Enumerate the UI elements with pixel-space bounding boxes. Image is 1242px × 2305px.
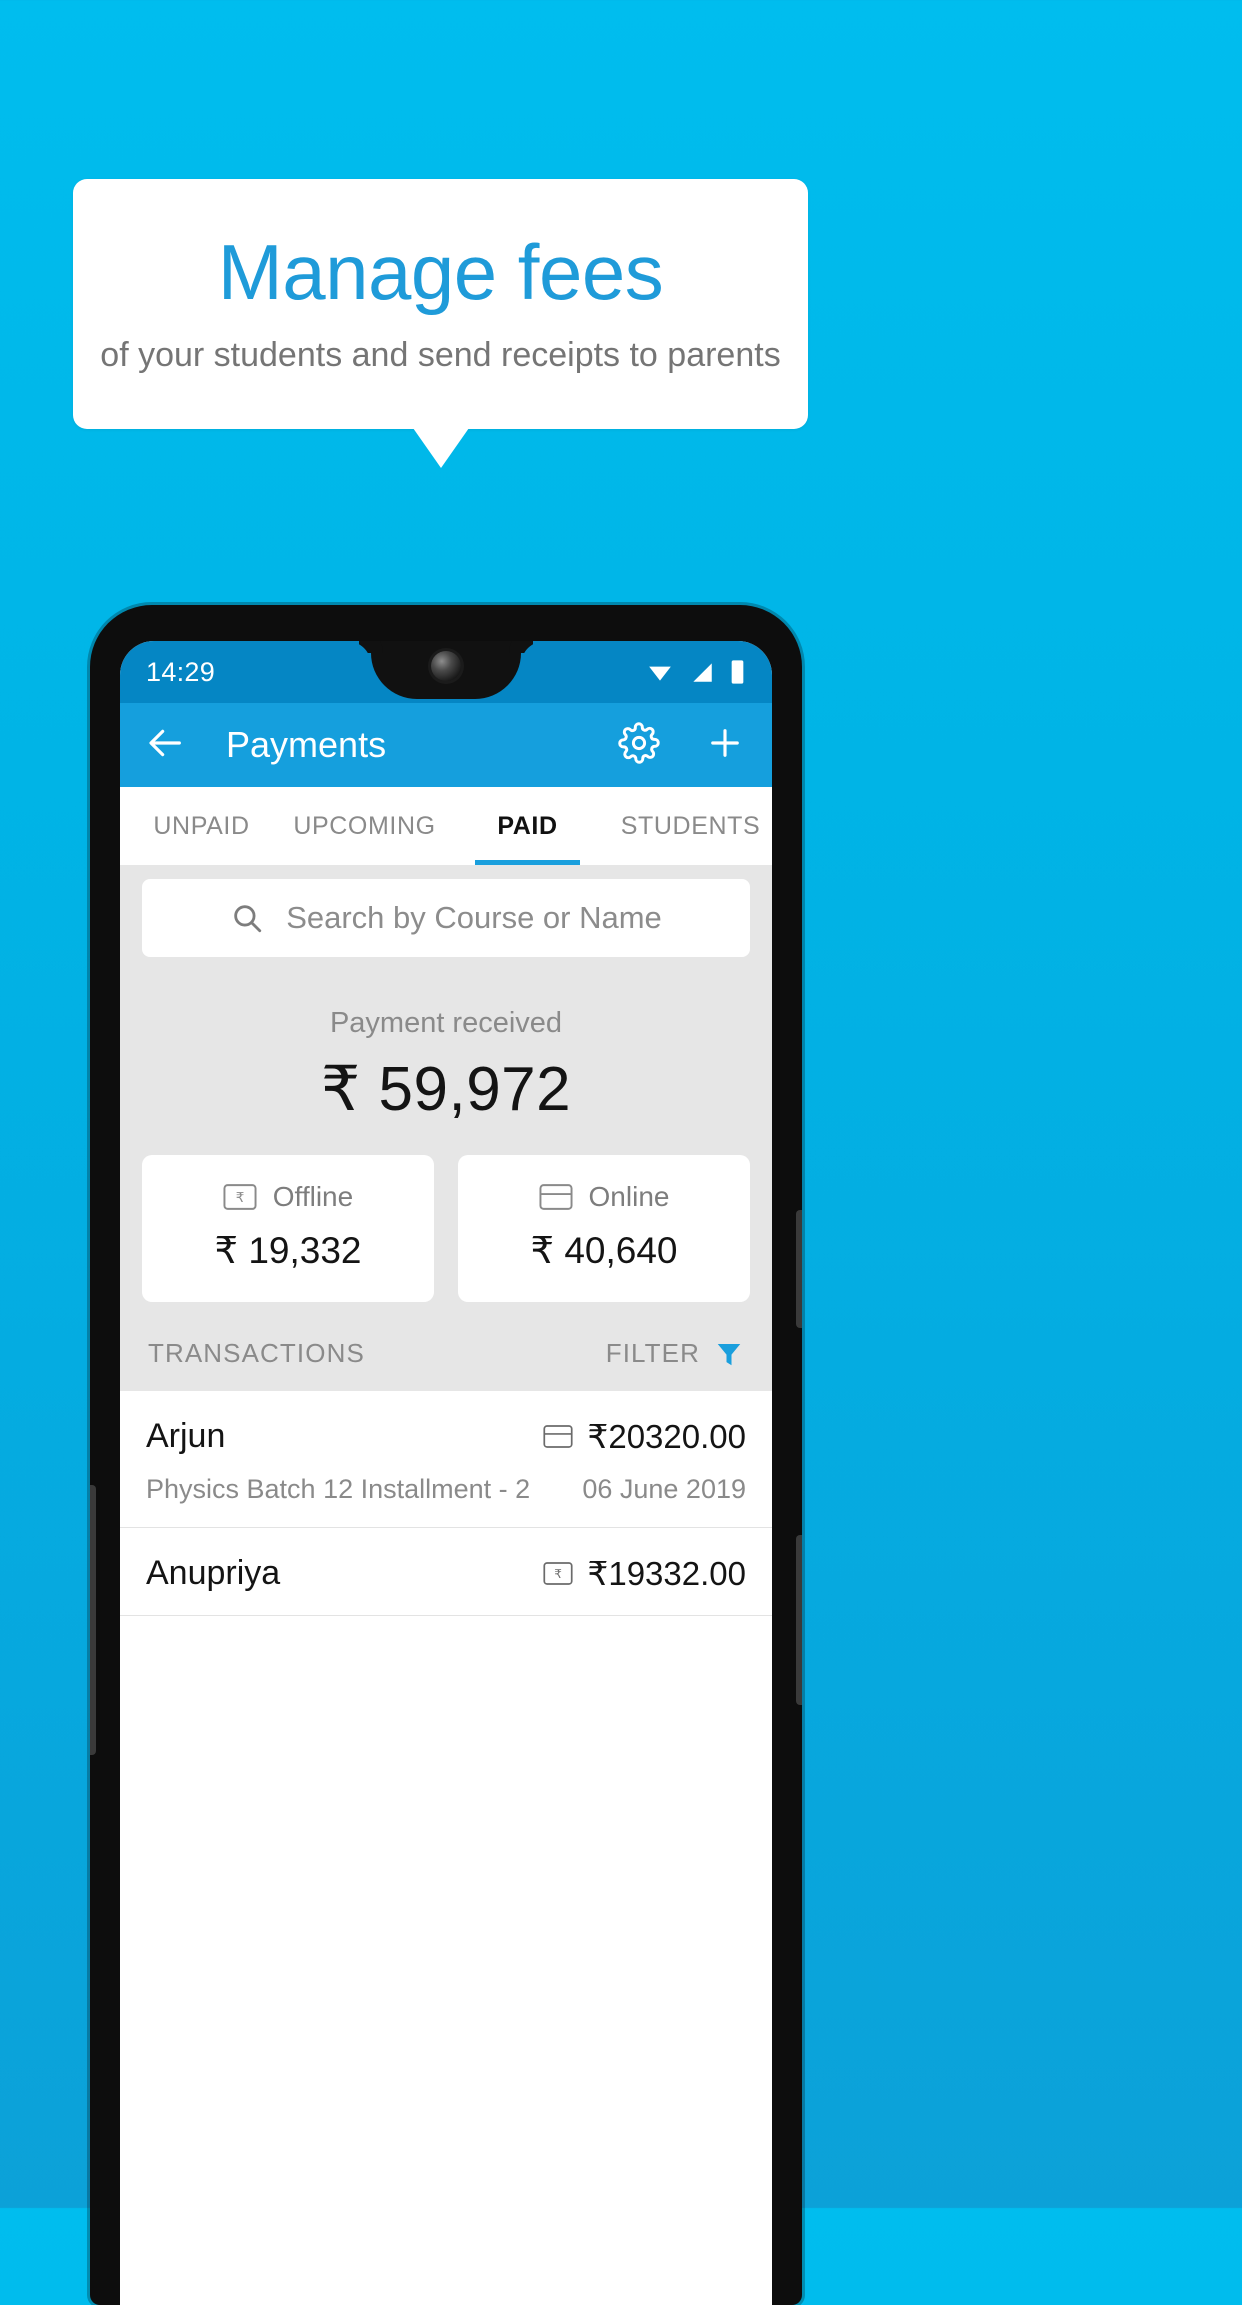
- search-placeholder: Search by Course or Name: [286, 900, 662, 935]
- phone-left-button[interactable]: [90, 1485, 96, 1755]
- transaction-date: 06 June 2019: [582, 1474, 746, 1504]
- transaction-amount: ₹19332.00: [587, 1555, 746, 1592]
- transaction-description: Physics Batch 12 Installment - 2: [146, 1474, 531, 1504]
- app-bar: Payments: [120, 703, 772, 787]
- filter-button[interactable]: FILTER: [606, 1338, 744, 1369]
- credit-card-icon: [539, 1184, 573, 1210]
- bubble-tail: [412, 428, 469, 468]
- plus-icon: [711, 728, 739, 757]
- tab-unpaid[interactable]: UNPAID: [120, 787, 283, 865]
- filter-label: FILTER: [605, 1338, 700, 1368]
- svg-text:₹: ₹: [236, 1190, 245, 1205]
- transaction-primary-line: Anupriya ₹ ₹19332.00: [146, 1554, 746, 1593]
- online-card-title: Online: [588, 1181, 670, 1212]
- payment-received-label: Payment received: [329, 1007, 563, 1039]
- payment-received-amount: ₹ 59,972: [320, 1055, 572, 1124]
- offline-card-title: Offline: [272, 1181, 354, 1212]
- promo-title: Manage fees: [217, 228, 664, 317]
- settings-button[interactable]: [618, 721, 660, 769]
- online-card-amount: ₹ 40,640: [530, 1230, 678, 1271]
- transactions-label: TRANSACTIONS: [148, 1338, 365, 1368]
- payment-summary: Payment received ₹ 59,972: [120, 969, 772, 1131]
- transactions-header: TRANSACTIONS FILTER: [120, 1302, 772, 1391]
- arrow-left-icon: [149, 729, 181, 756]
- phone-notch: [371, 641, 521, 699]
- banknote-rupee-icon: ₹: [543, 1562, 573, 1585]
- wifi-icon: [649, 666, 671, 681]
- promo-callout: Manage fees of your students and send re…: [73, 179, 808, 468]
- tab-paid[interactable]: PAID: [446, 787, 609, 865]
- status-time: 14:29: [146, 656, 216, 687]
- phone-mockup: 14:29 Payments UNPAID UPCOMING PAID STUD…: [90, 605, 802, 2305]
- online-card-header: Online: [458, 1181, 750, 1213]
- phone-volume-button[interactable]: [796, 1535, 802, 1705]
- transaction-amount: ₹20320.00: [587, 1418, 746, 1455]
- transaction-amount-group: ₹ ₹19332.00: [543, 1554, 746, 1593]
- signal-icon: [693, 663, 712, 682]
- offline-card-header: ₹ Offline: [142, 1181, 434, 1213]
- tab-students[interactable]: STUDENTS: [609, 787, 772, 865]
- page-title: Payments: [226, 724, 387, 765]
- transaction-secondary-line: Physics Batch 12 Installment - 2 06 June…: [146, 1474, 746, 1505]
- phone-power-button[interactable]: [796, 1210, 802, 1328]
- search-section: Search by Course or Name: [120, 865, 772, 969]
- gear-icon: [618, 721, 660, 764]
- transaction-amount-group: ₹20320.00: [543, 1417, 746, 1456]
- front-camera-icon: [431, 651, 461, 681]
- phone-bezel: 14:29 Payments UNPAID UPCOMING PAID STUD…: [120, 641, 772, 2305]
- paid-tab-content: Search by Course or Name Payment receive…: [120, 865, 772, 1616]
- table-row[interactable]: Arjun ₹20320.00 Physics Batch 12 Install…: [120, 1391, 772, 1528]
- search-icon: [234, 905, 262, 933]
- battery-icon: [731, 660, 744, 684]
- online-card[interactable]: Online ₹ 40,640: [458, 1155, 750, 1302]
- search-input[interactable]: Search by Course or Name: [142, 879, 750, 957]
- credit-card-icon: [543, 1425, 573, 1448]
- method-cards: ₹ Offline ₹ 19,332 Online ₹ 40,640: [120, 1131, 772, 1302]
- offline-card[interactable]: ₹ Offline ₹ 19,332: [142, 1155, 434, 1302]
- banknote-rupee-icon: ₹: [223, 1184, 257, 1210]
- table-row[interactable]: Anupriya ₹ ₹19332.00: [120, 1528, 772, 1616]
- transaction-name: Anupriya: [146, 1554, 281, 1592]
- tab-upcoming[interactable]: UPCOMING: [283, 787, 446, 865]
- offline-card-amount: ₹ 19,332: [214, 1230, 362, 1271]
- transaction-primary-line: Arjun ₹20320.00: [146, 1417, 746, 1456]
- status-bar: 14:29: [120, 641, 772, 703]
- app-bar-actions: [618, 721, 746, 769]
- funnel-icon: [717, 1343, 741, 1365]
- tab-bar: UNPAID UPCOMING PAID STUDENTS: [120, 787, 772, 865]
- svg-text:₹: ₹: [555, 1568, 563, 1581]
- back-button[interactable]: [146, 723, 186, 768]
- promo-subtitle: of your students and send receipts to pa…: [100, 336, 781, 375]
- status-icons: [645, 658, 746, 686]
- phone-screen: 14:29 Payments UNPAID UPCOMING PAID STUD…: [120, 641, 772, 2305]
- transaction-list: Arjun ₹20320.00 Physics Batch 12 Install…: [120, 1391, 772, 1616]
- add-button[interactable]: [704, 722, 746, 769]
- transaction-name: Arjun: [146, 1417, 226, 1455]
- promo-bubble: Manage fees of your students and send re…: [73, 179, 808, 429]
